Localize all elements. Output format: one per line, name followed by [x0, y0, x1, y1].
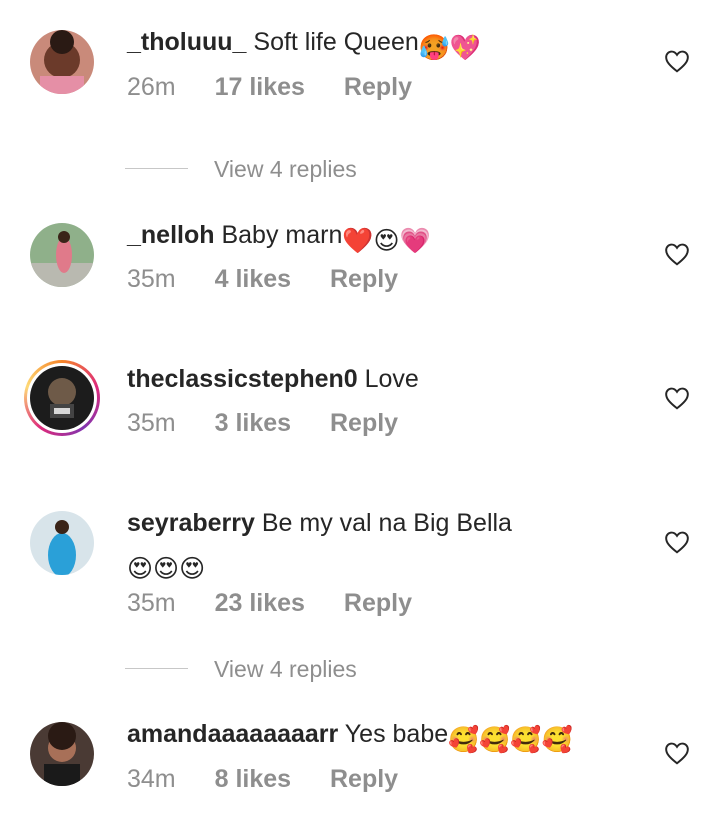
- comment-likes[interactable]: 8 likes: [215, 765, 291, 793]
- divider: [125, 168, 188, 169]
- heart-outline-icon[interactable]: [664, 530, 690, 554]
- comment-emoji: 🥰🥰🥰🥰: [448, 726, 573, 754]
- avatar[interactable]: [30, 223, 94, 287]
- comment-time: 35m: [127, 265, 176, 293]
- heart-outline-icon[interactable]: [664, 386, 690, 410]
- view-replies-button[interactable]: View 4 replies: [125, 154, 525, 184]
- comment-likes[interactable]: 17 likes: [215, 73, 305, 101]
- comment-emoji: ❤️😍💗: [342, 227, 431, 255]
- reply-button[interactable]: Reply: [344, 73, 412, 101]
- comment-time: 35m: [127, 409, 176, 437]
- view-replies-label[interactable]: View 4 replies: [214, 654, 357, 684]
- comment-text: Be my val na Big Bella: [261, 509, 512, 537]
- comment-username[interactable]: _tholuuu_: [127, 28, 246, 56]
- avatar[interactable]: [30, 722, 94, 786]
- comment-text: Yes babe: [344, 720, 449, 748]
- reply-button[interactable]: Reply: [330, 765, 398, 793]
- comment-likes[interactable]: 3 likes: [215, 409, 291, 437]
- comment-username[interactable]: _nelloh: [127, 221, 215, 249]
- comment-time: 34m: [127, 765, 176, 793]
- comment-username[interactable]: seyraberry: [127, 509, 255, 537]
- heart-outline-icon[interactable]: [664, 49, 690, 73]
- comment-emoji: 😍😍😍: [127, 555, 206, 583]
- comment-likes[interactable]: 4 likes: [215, 265, 291, 293]
- comment-time: 26m: [127, 73, 176, 101]
- comment-username[interactable]: theclassicstephen0: [127, 365, 358, 393]
- avatar[interactable]: [30, 30, 94, 94]
- reply-button[interactable]: Reply: [330, 265, 398, 293]
- comment-text: Baby marn: [221, 221, 343, 249]
- divider: [125, 668, 188, 669]
- reply-button[interactable]: Reply: [344, 589, 412, 617]
- comment-text: Love: [364, 365, 419, 393]
- reply-button[interactable]: Reply: [330, 409, 398, 437]
- heart-outline-icon[interactable]: [664, 242, 690, 266]
- view-replies-label[interactable]: View 4 replies: [214, 154, 357, 184]
- avatar[interactable]: [30, 511, 94, 575]
- view-replies-button[interactable]: View 4 replies: [125, 654, 525, 684]
- comment-username[interactable]: amandaaaaaaaarr: [127, 720, 338, 748]
- story-ring[interactable]: [24, 360, 100, 436]
- avatar[interactable]: [30, 366, 94, 430]
- heart-outline-icon[interactable]: [664, 741, 690, 765]
- comment-text: Soft life Queen: [253, 28, 419, 56]
- comment-emoji: 🥵💖: [418, 34, 482, 62]
- comment-likes[interactable]: 23 likes: [215, 589, 305, 617]
- comment-time: 35m: [127, 589, 176, 617]
